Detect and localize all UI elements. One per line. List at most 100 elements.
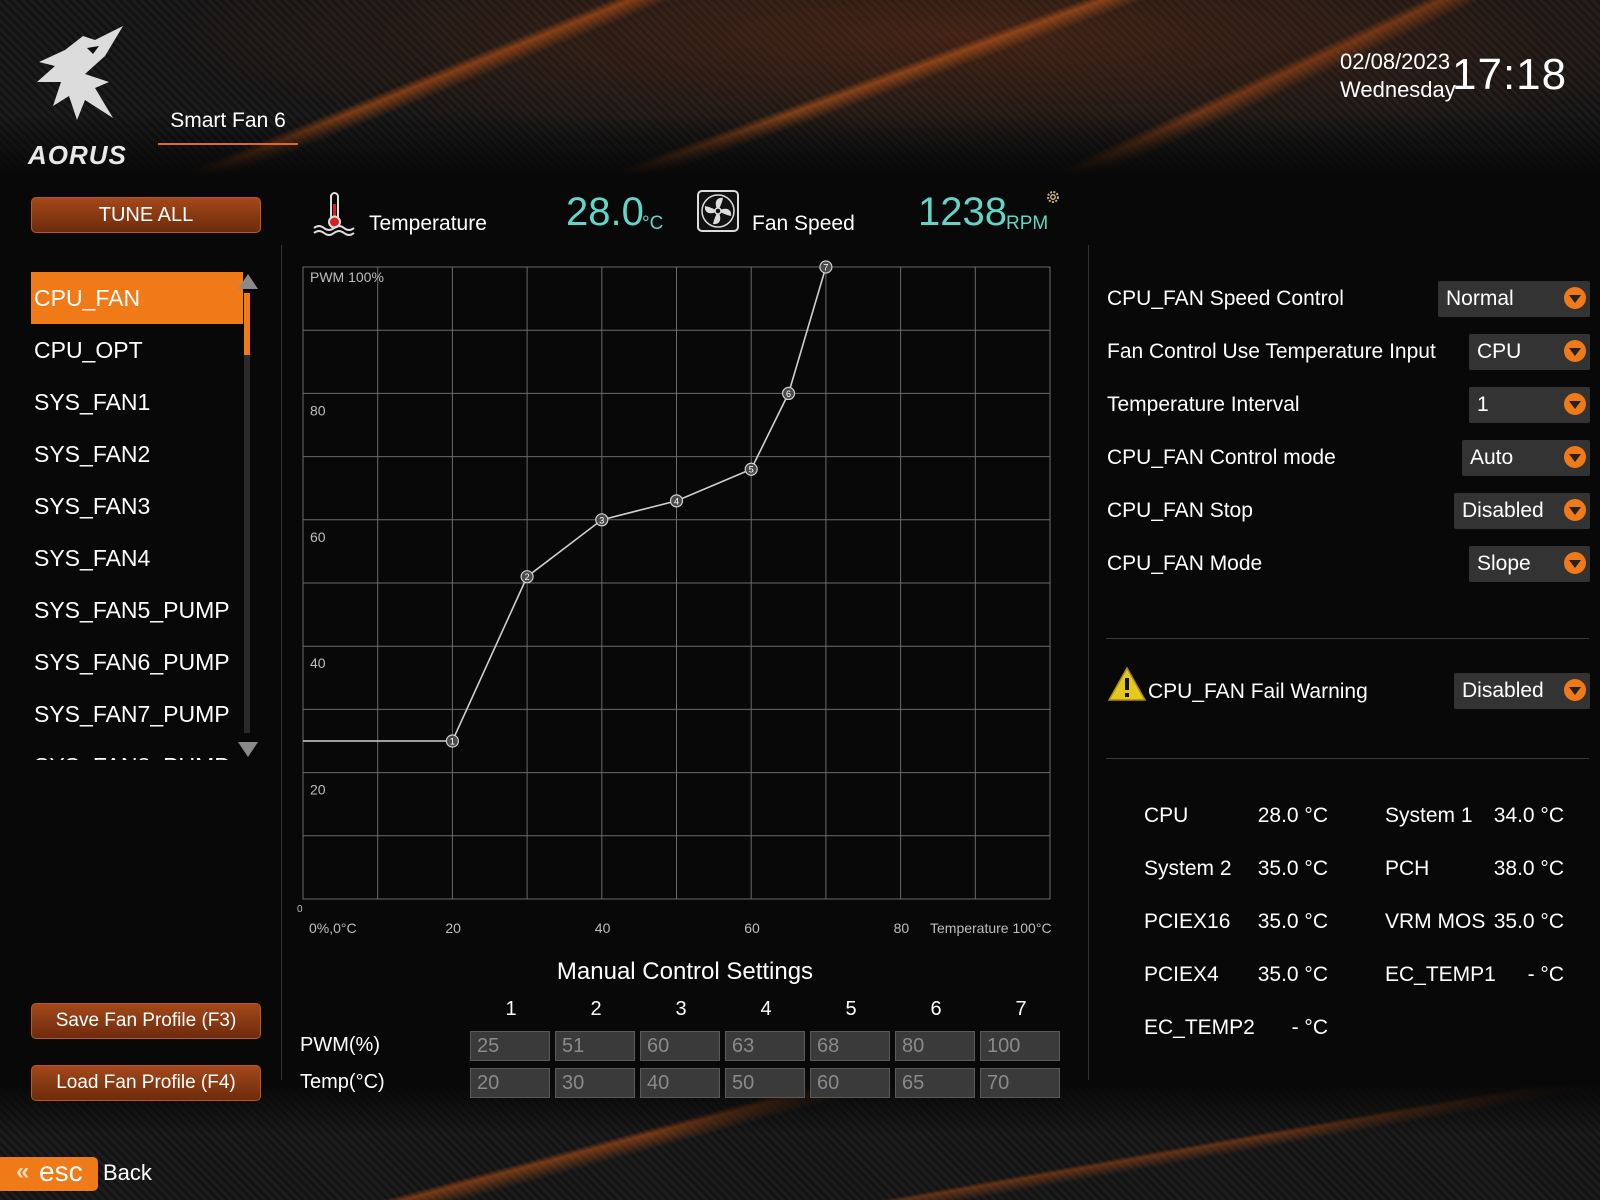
speed-control-value: Normal: [1446, 287, 1514, 310]
curve-tick-labels: 20 40 60 80 20 40 60 80 0: [297, 402, 909, 936]
manual-control-title: Manual Control Settings: [556, 958, 814, 985]
load-fan-profile-button[interactable]: Load Fan Profile (F4): [31, 1065, 261, 1101]
dropdown-arrow-icon[interactable]: [1564, 679, 1586, 701]
fan-list-item[interactable]: SYS_FAN1: [31, 376, 243, 428]
curve-origin-zero: 0: [297, 904, 303, 915]
dropdown-arrow-icon[interactable]: [1564, 393, 1586, 415]
brand-logo-text: AORUS: [28, 140, 127, 170]
fan-list-item[interactable]: SYS_FAN8_PUMP: [31, 740, 243, 760]
control-mode-select[interactable]: Auto: [1462, 440, 1590, 476]
speed-control-select[interactable]: Normal: [1438, 281, 1590, 317]
temp-input-7[interactable]: 70: [980, 1068, 1060, 1098]
curve-point-5[interactable]: 5: [744, 462, 758, 476]
pwm-input-3[interactable]: 60: [640, 1031, 720, 1061]
temperature-unit: °C: [642, 213, 664, 234]
sensor-value: 35.0 °C: [1257, 963, 1328, 986]
fan-list-item[interactable]: SYS_FAN2: [31, 428, 243, 480]
temperature-input-select[interactable]: CPU: [1469, 334, 1590, 370]
temp-input-3[interactable]: 40: [640, 1068, 720, 1098]
fan-mode-select[interactable]: Slope: [1469, 546, 1590, 582]
scroll-down-arrow-icon[interactable]: [238, 742, 258, 757]
curve-point-7[interactable]: 7: [819, 260, 833, 274]
fan-curve-line: [303, 266, 827, 742]
dropdown-arrow-icon[interactable]: [1564, 499, 1586, 521]
temp-input-6[interactable]: 65: [895, 1068, 975, 1098]
fan-list-item[interactable]: SYS_FAN7_PUMP: [31, 688, 243, 740]
fan-list-item[interactable]: SYS_FAN5_PUMP: [31, 584, 243, 636]
fan-list-item[interactable]: CPU_OPT: [31, 324, 243, 376]
sensor-thermometer-icon: [1111, 965, 1135, 993]
sensor-thermometer-icon: [1352, 965, 1376, 993]
temp-input-1[interactable]: 20: [470, 1068, 550, 1098]
sensor-name: CPU: [1144, 804, 1189, 827]
fan-list-item[interactable]: SYS_FAN4: [31, 532, 243, 584]
back-button-label[interactable]: Back: [103, 1160, 152, 1186]
curve-point-3[interactable]: 3: [595, 513, 609, 527]
dropdown-arrow-icon[interactable]: [1564, 287, 1586, 309]
date-display: 02/08/2023 Wednesday: [1340, 48, 1456, 104]
tab-smart-fan[interactable]: Smart Fan 6: [158, 105, 298, 145]
fan-list-scrollbar[interactable]: [244, 293, 250, 733]
fail-warning-value: Disabled: [1462, 679, 1544, 702]
dropdown-arrow-icon[interactable]: [1564, 446, 1586, 468]
footer-background: [0, 1085, 1600, 1200]
curve-point-label: 3: [599, 515, 604, 525]
pwm-input-7[interactable]: 100: [980, 1031, 1060, 1061]
curve-point-label: 6: [786, 389, 791, 399]
temp-input-5[interactable]: 60: [810, 1068, 890, 1098]
dropdown-arrow-icon[interactable]: [1564, 552, 1586, 574]
sensor-thermometer-icon: [1352, 912, 1376, 940]
scroll-up-arrow-icon[interactable]: [238, 274, 258, 289]
pwm-input-5[interactable]: 68: [810, 1031, 890, 1061]
sensor-thermometer-icon: [1111, 1018, 1135, 1046]
sensor-thermometer-icon: [1352, 806, 1376, 834]
temp-input-2[interactable]: 30: [555, 1068, 635, 1098]
sensor-thermometer-icon: [1111, 806, 1135, 834]
fan-curve-points[interactable]: 1 2 3 4 5 6 7: [445, 260, 833, 748]
fan-stop-value: Disabled: [1462, 499, 1544, 522]
curve-point-4[interactable]: 4: [669, 494, 684, 508]
dropdown-arrow-icon[interactable]: [1564, 340, 1586, 362]
save-fan-profile-button[interactable]: Save Fan Profile (F3): [31, 1003, 261, 1039]
fan-speed-value: 1238: [918, 190, 1007, 234]
fan-list-item[interactable]: SYS_FAN3: [31, 480, 243, 532]
fan-speed-label: Fan Speed: [752, 212, 855, 235]
curve-point-label: 2: [525, 572, 530, 582]
curve-point-label: 7: [823, 263, 828, 273]
gear-icon[interactable]: [1045, 189, 1061, 205]
sensor-value: 38.0 °C: [1493, 857, 1564, 880]
pwm-input-6[interactable]: 80: [895, 1031, 975, 1061]
pwm-input-1[interactable]: 25: [470, 1031, 550, 1061]
fan-stop-select[interactable]: Disabled: [1454, 493, 1590, 529]
warning-icon: [1107, 666, 1147, 701]
manual-column-header: 7: [1015, 998, 1027, 1020]
curve-point-label: 1: [450, 737, 455, 747]
temperature-value: 28.0: [566, 190, 644, 234]
temperature-label: Temperature: [369, 212, 487, 235]
fan-list-item[interactable]: CPU_FAN: [31, 272, 243, 324]
curve-point-2[interactable]: 2: [520, 570, 534, 584]
pwm-input-4[interactable]: 63: [725, 1031, 805, 1061]
sensor-value: 28.0 °C: [1257, 804, 1328, 827]
temperature-interval-select[interactable]: 1: [1469, 387, 1590, 423]
tune-all-button[interactable]: TUNE ALL: [31, 197, 261, 233]
fail-warning-select[interactable]: Disabled: [1454, 673, 1590, 709]
fan-list-item[interactable]: SYS_FAN6_PUMP: [31, 636, 243, 688]
sensor-value: - °C: [1291, 1016, 1328, 1039]
sensor-name: PCH: [1385, 857, 1430, 880]
left-divider: [281, 245, 282, 1080]
sensor-value: 35.0 °C: [1257, 857, 1328, 880]
pwm-input-2[interactable]: 51: [555, 1031, 635, 1061]
fan-list-scroll-thumb[interactable]: [244, 293, 250, 355]
curve-point-label: 4: [674, 496, 679, 506]
fail-warning-label: CPU_FAN Fail Warning: [1148, 680, 1368, 703]
curve-grid: [302, 266, 1051, 900]
fan-mode-label: CPU_FAN Mode: [1107, 552, 1263, 575]
curve-point-1[interactable]: 1: [445, 734, 459, 748]
temp-input-4[interactable]: 50: [725, 1068, 805, 1098]
curve-y-tick-label: 60: [310, 529, 326, 545]
control-mode-value: Auto: [1470, 446, 1514, 469]
curve-point-6[interactable]: 6: [781, 386, 796, 400]
fan-curve-chart[interactable]: PWM 100% Temperature 100°C 0%,0°C 20 40 60…: [290, 255, 1080, 945]
curve-point-label: 5: [749, 465, 754, 475]
